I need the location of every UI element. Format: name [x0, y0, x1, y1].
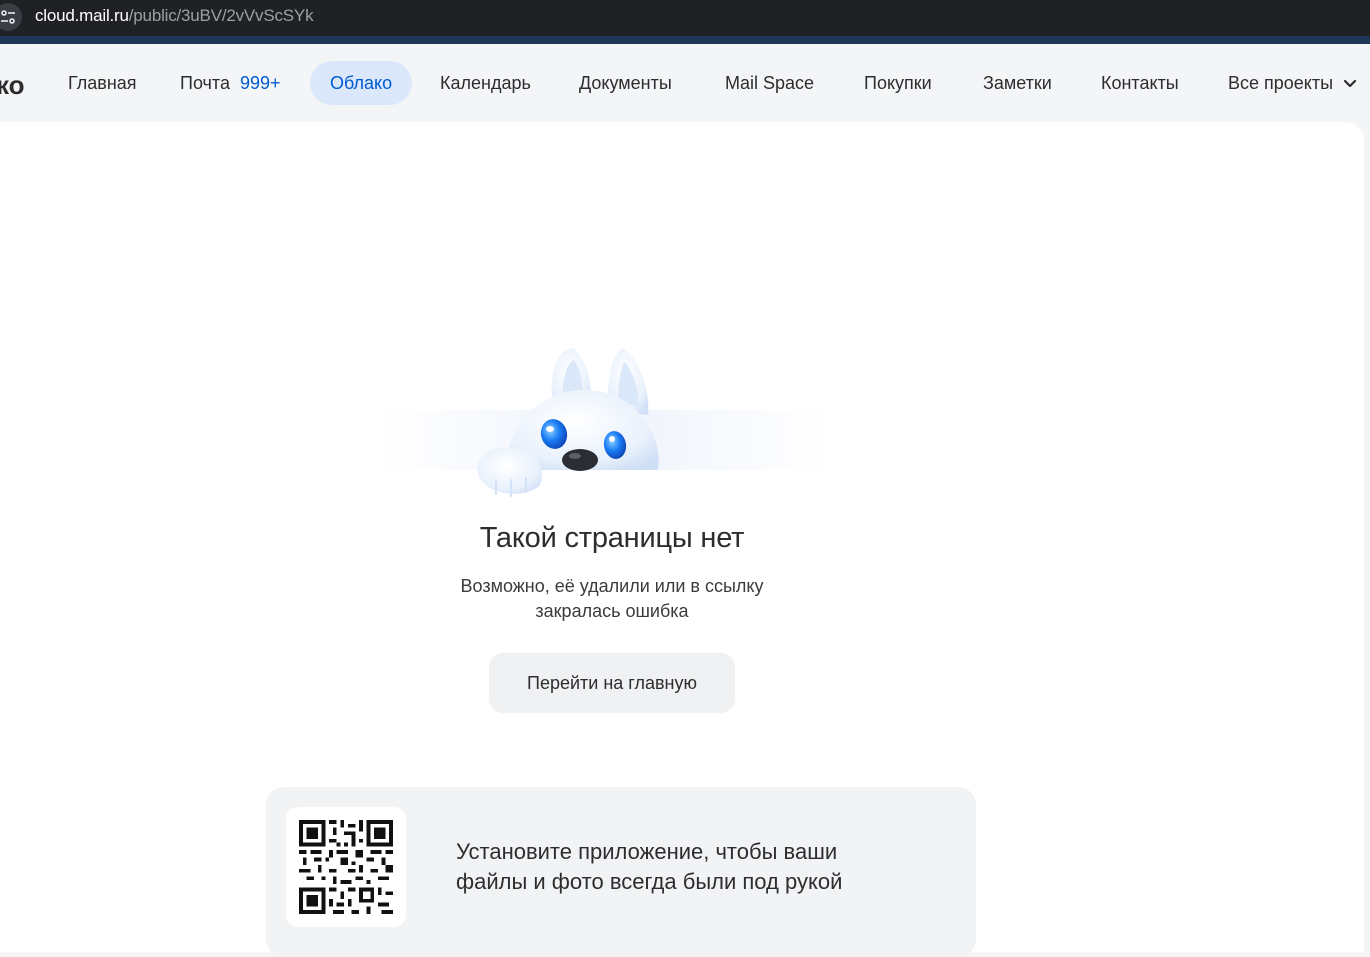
nav-item-calendar[interactable]: Календарь — [440, 61, 531, 105]
error-description-line: Возможно, её удалили или в ссылку — [460, 576, 764, 596]
promo-text: Установите приложение, чтобы ваши файлы … — [456, 837, 926, 897]
nav-item-label: Контакты — [1101, 72, 1179, 93]
nav-item-contacts[interactable]: Контакты — [1101, 61, 1179, 105]
nav-item-label: Почта — [180, 72, 230, 93]
nav-item-label: Все проекты — [1228, 72, 1334, 93]
nav-item-purchases[interactable]: Покупки — [864, 61, 932, 105]
promo-text-line: Установите приложение, чтобы ваши — [456, 839, 838, 864]
url-path: /public/3uBV/2vVvScSYk — [128, 6, 314, 25]
nav-item-cloud[interactable]: Облако — [310, 61, 413, 105]
error-title: Такой страницы нет — [479, 522, 745, 554]
nav-item-documents[interactable]: Документы — [579, 61, 672, 105]
error-description: Возможно, её удалили или в ссылку закрал… — [432, 574, 792, 624]
go-home-button[interactable]: Перейти на главную — [489, 653, 735, 713]
url-field[interactable]: cloud.mail.ru/public/3uBV/2vVvScSYk — [35, 6, 314, 26]
error-description-line: закралась ошибка — [535, 601, 689, 621]
nav-item-label: Календарь — [440, 72, 531, 93]
nav-item-label: Документы — [579, 72, 672, 93]
url-host: cloud.mail.ru — [35, 6, 129, 25]
nav-item-label: Облако — [330, 72, 393, 93]
brand-logo-tail[interactable]: ко — [0, 70, 25, 101]
promo-text-line: файлы и фото всегда были под рукой — [456, 869, 843, 894]
nav-item-mail[interactable]: Почта 999+ — [180, 61, 281, 105]
top-navigation: ко Главная Почта 999+ Облако Календарь Д… — [0, 44, 1370, 122]
browser-bar-divider — [0, 36, 1370, 44]
qr-code — [286, 807, 406, 927]
nav-item-home[interactable]: Главная — [68, 61, 137, 105]
nav-item-all-projects[interactable]: Все проекты — [1228, 61, 1357, 105]
mascot-dog-illustration — [378, 340, 830, 500]
nav-item-mail-space[interactable]: Mail Space — [725, 61, 814, 105]
app-install-promo: Установите приложение, чтобы ваши файлы … — [266, 787, 976, 957]
site-settings-icon[interactable] — [0, 3, 22, 31]
nav-item-notes[interactable]: Заметки — [983, 61, 1052, 105]
mail-unread-badge: 999+ — [239, 72, 281, 93]
nav-item-label: Главная — [68, 72, 137, 93]
chevron-down-icon — [1343, 73, 1357, 94]
nav-item-label: Заметки — [983, 72, 1052, 93]
nav-item-label: Покупки — [864, 72, 932, 93]
nav-item-label: Mail Space — [725, 72, 815, 93]
browser-address-bar: cloud.mail.ru/public/3uBV/2vVvScSYk — [0, 0, 1370, 36]
